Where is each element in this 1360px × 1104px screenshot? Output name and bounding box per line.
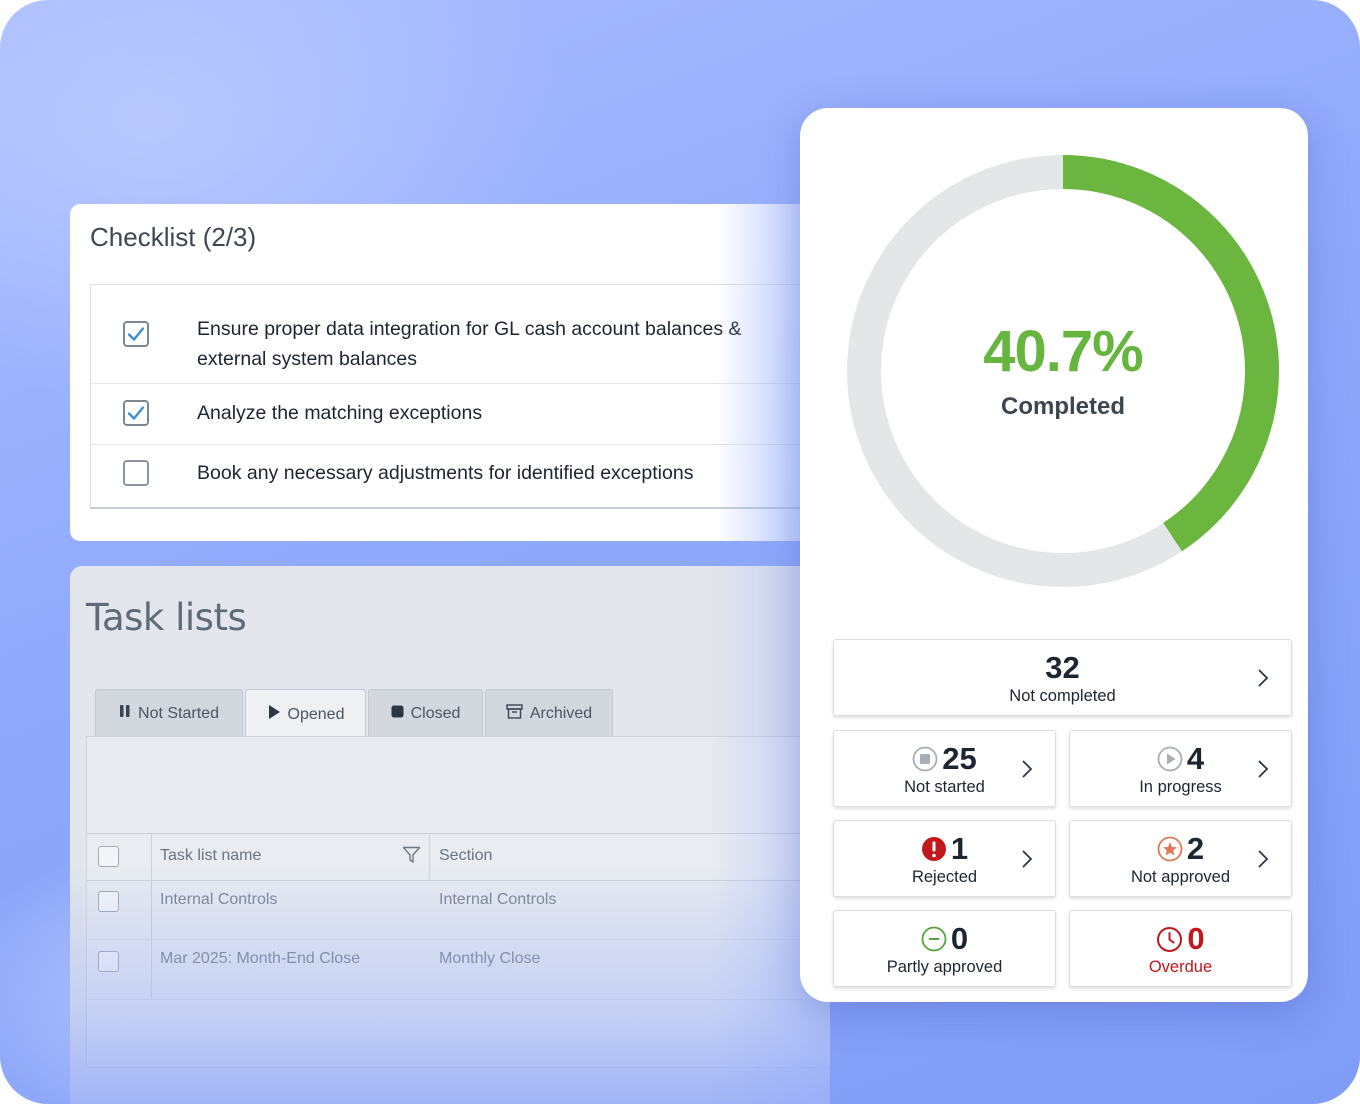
not-started-icon xyxy=(912,746,938,772)
checklist-card: Checklist (2/3) Ensure proper data integ… xyxy=(70,204,830,541)
partly-approved-tile[interactable]: 0 Partly approved xyxy=(833,910,1056,987)
checklist-item-text: Book any necessary adjustments for ident… xyxy=(197,462,694,484)
checklist-checkbox[interactable] xyxy=(123,460,149,486)
partly-approved-count: 0 xyxy=(950,921,969,956)
checklist-item-line: external system balances xyxy=(197,348,418,370)
chevron-right-icon xyxy=(1258,760,1269,778)
background: Checklist (2/3) Ensure proper data integ… xyxy=(0,0,1360,1104)
chevron-right-icon xyxy=(1022,760,1033,778)
in-progress-tile[interactable]: 4 In progress xyxy=(1069,730,1292,807)
completion-percentage: 40.7% xyxy=(983,319,1143,384)
in-progress-count: 4 xyxy=(1186,741,1205,776)
select-all-checkbox[interactable] xyxy=(98,846,119,867)
column-header-section[interactable]: Section xyxy=(439,847,492,865)
rejected-count: 1 xyxy=(950,831,969,866)
stat-value: 0 xyxy=(834,921,1055,957)
tab-label: Closed xyxy=(410,704,461,722)
stat-label: Not started xyxy=(904,778,985,796)
not-started-tile[interactable]: 25 Not started xyxy=(833,730,1056,807)
play-icon xyxy=(267,704,281,725)
checklist-title: Checklist (2/3) xyxy=(90,222,257,252)
task-list-name[interactable]: Internal Controls xyxy=(160,891,277,909)
stat-label: Overdue xyxy=(1148,958,1213,976)
overdue-tile[interactable]: 0 Overdue xyxy=(1069,910,1292,987)
checklist-checkbox[interactable] xyxy=(123,400,149,426)
task-list-section: Monthly Close xyxy=(439,950,541,967)
partly-approved-icon xyxy=(921,926,947,952)
filter-icon[interactable] xyxy=(402,846,421,869)
tab-closed[interactable]: Closed xyxy=(368,689,483,737)
check-icon xyxy=(127,327,145,341)
tab-archived[interactable]: Archived xyxy=(485,689,613,737)
not-completed-tile[interactable]: 32 Not completed xyxy=(833,639,1292,716)
not-approved-icon xyxy=(1157,836,1183,862)
chevron-right-icon xyxy=(1258,669,1269,687)
column-divider xyxy=(151,880,152,939)
table-header: Task list name Section xyxy=(87,833,830,881)
not-approved-count: 2 xyxy=(1186,831,1205,866)
chevron-right-icon xyxy=(1022,850,1033,868)
archive-icon xyxy=(506,703,523,724)
column-divider xyxy=(151,834,152,880)
checklist-item-text: Analyze the matching exceptions xyxy=(197,402,483,424)
overdue-count: 0 xyxy=(1187,921,1205,956)
row-checkbox[interactable] xyxy=(98,951,119,972)
checklist-item-line: Ensure proper data integration for GL ca… xyxy=(197,318,742,340)
stat-label: Not completed xyxy=(1009,687,1116,705)
rejected-icon xyxy=(921,837,946,861)
tab-opened[interactable]: Opened xyxy=(245,689,366,739)
tab-label: Archived xyxy=(529,704,593,722)
stat-label: Rejected xyxy=(911,868,978,886)
not-completed-count: 32 xyxy=(1045,650,1080,685)
tab-label: Opened xyxy=(287,705,345,723)
page-title: Task lists xyxy=(86,596,247,639)
checklist-checkbox[interactable] xyxy=(123,321,149,347)
tab-not-started[interactable]: Not Started xyxy=(95,689,243,737)
task-list-name[interactable]: Mar 2025: Month-End Close xyxy=(160,950,360,968)
check-icon xyxy=(127,406,145,420)
row-checkbox[interactable] xyxy=(98,891,119,912)
stop-icon xyxy=(391,705,404,723)
column-header-task-list-name[interactable]: Task list name xyxy=(160,847,261,865)
completion-label: Completed xyxy=(1000,393,1125,420)
stat-value: 0 xyxy=(1070,921,1291,957)
stat-label: Partly approved xyxy=(886,958,1003,976)
chevron-right-icon xyxy=(1258,850,1269,868)
checklist-items: Ensure proper data integration for GL ca… xyxy=(90,284,830,509)
task-list-section: Internal Controls xyxy=(439,891,557,908)
column-divider xyxy=(429,834,430,880)
stat-value: 32 xyxy=(834,650,1291,686)
checklist-item: Analyze the matching exceptions xyxy=(91,383,830,445)
task-lists-card: Task lists Not Started Opened Closed Arc… xyxy=(70,566,830,1104)
checklist-item-text: Ensure proper data integration for GL ca… xyxy=(197,314,742,374)
pause-icon xyxy=(119,704,131,723)
table-row[interactable]: Mar 2025: Month-End Close Monthly Close xyxy=(87,940,830,1000)
completion-card: 40.7% Completed 32 Not completed 25 Not … xyxy=(800,108,1308,1002)
not-started-count: 25 xyxy=(942,741,977,776)
checklist-item: Book any necessary adjustments for ident… xyxy=(91,444,830,506)
stat-label: In progress xyxy=(1139,778,1222,796)
tab-label: Not Started xyxy=(138,704,219,722)
stat-label: Not approved xyxy=(1130,868,1231,886)
in-progress-icon xyxy=(1157,746,1183,772)
not-approved-tile[interactable]: 2 Not approved xyxy=(1069,820,1292,897)
task-list-panel: Task list name Section Internal Controls… xyxy=(86,736,830,1068)
table-row[interactable]: Internal Controls Internal Controls xyxy=(87,880,830,940)
column-divider xyxy=(151,940,152,999)
overdue-clock-icon xyxy=(1157,926,1183,952)
rejected-tile[interactable]: 1 Rejected xyxy=(833,820,1056,897)
checklist-item: Ensure proper data integration for GL ca… xyxy=(91,285,830,384)
